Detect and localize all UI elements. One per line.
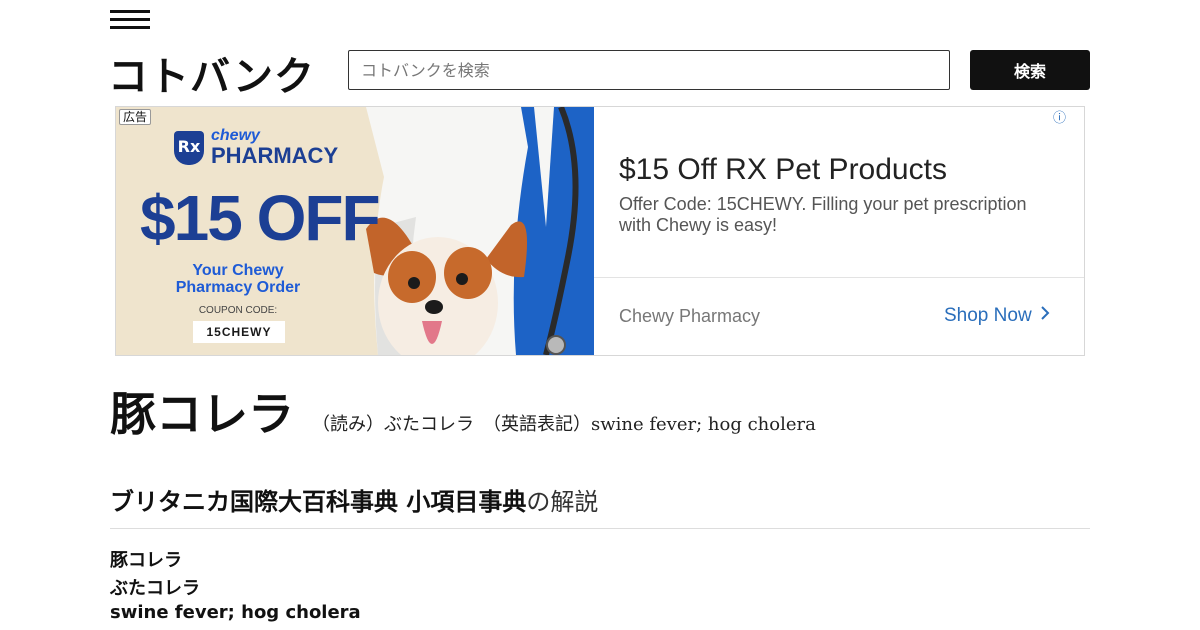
ad-brand-bottom: PHARMACY — [211, 143, 339, 168]
ad-divider — [594, 277, 1084, 278]
page-title: 豚コレラ — [110, 387, 294, 441]
ad-subline-1: Your Chewy — [192, 262, 284, 279]
dictionary-name[interactable]: ブリタニカ国際大百科事典 小項目事典 — [110, 488, 526, 516]
ad-description: Offer Code: 15CHEWY. Filling your pet pr… — [619, 194, 1027, 235]
ad-advertiser: Chewy Pharmacy — [619, 306, 761, 326]
entry-line: ぶたコレラ — [110, 578, 200, 599]
shop-now-label: Shop Now — [944, 305, 1032, 326]
ad-coupon-label: COUPON CODE: — [198, 305, 278, 316]
term-reading: （読み）ぶたコレラ （英語表記）swine fever; hog cholera — [312, 414, 816, 435]
section-heading: ブリタニカ国際大百科事典 小項目事典の解説 — [110, 482, 598, 517]
shop-now-link[interactable]: Shop Now — [944, 305, 1050, 327]
entry-line: 豚コレラ — [110, 550, 182, 571]
ad-image[interactable]: Rx chewy PHARMACY $15 OFF Your Chewy Pha… — [116, 107, 594, 355]
site-logo[interactable]: コトバンク — [108, 44, 315, 102]
menu-icon[interactable] — [110, 10, 150, 30]
chevron-right-icon — [1040, 305, 1050, 327]
advertisement[interactable]: Rx chewy PHARMACY $15 OFF Your Chewy Pha… — [115, 106, 1085, 356]
ad-subline-2: Pharmacy Order — [175, 279, 301, 296]
entry-line: swine fever; hog cholera — [110, 602, 361, 623]
ad-info-icon[interactable]: ⓘ — [1053, 107, 1066, 126]
ad-offer: $15 OFF — [140, 182, 381, 254]
ad-headline[interactable]: $15 Off RX Pet Products — [619, 153, 947, 187]
rx-icon: Rx — [174, 131, 204, 165]
ad-coupon-code: 15CHEWY — [193, 321, 285, 343]
search-input[interactable] — [348, 50, 950, 90]
search-button[interactable]: 検索 — [970, 50, 1090, 90]
divider — [110, 528, 1090, 529]
section-heading-suffix: の解説 — [526, 488, 599, 516]
ad-label: 広告 — [119, 109, 152, 125]
